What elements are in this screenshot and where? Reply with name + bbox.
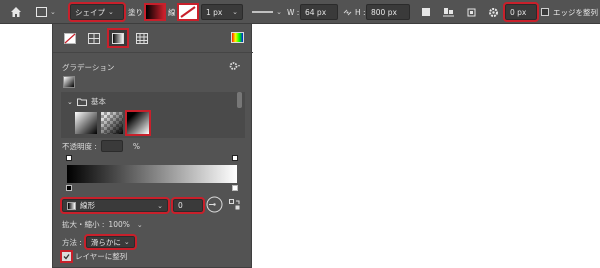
opacity-label: 不透明度 : (62, 141, 97, 151)
method-select[interactable]: 滑らかに ⌄ (83, 234, 137, 250)
scale-value[interactable]: 100% (108, 220, 129, 229)
gear-icon[interactable] (488, 4, 500, 20)
height-field[interactable]: 800 px (366, 4, 410, 20)
gradient-type-select[interactable]: 線形 ⌄ (60, 197, 170, 214)
align-edges-label: エッジを整列 (553, 7, 598, 17)
chevron-down-icon: ⌄ (232, 8, 238, 16)
path-arrangement-icon[interactable] (466, 4, 478, 20)
tab-solid-color[interactable] (85, 30, 103, 46)
angle-dial-icon[interactable] (206, 196, 223, 215)
color-stop-left[interactable] (66, 185, 72, 191)
align-edges-checkbox[interactable]: エッジを整列 (541, 4, 598, 20)
gear-icon[interactable] (229, 61, 241, 73)
stroke-swatch[interactable] (177, 3, 199, 21)
chevron-down-icon: ⌄ (276, 8, 282, 16)
w-label: W : (287, 7, 300, 17)
align-with-layer-label: レイヤーに整列 (75, 252, 128, 261)
opacity-unit: % (132, 141, 141, 151)
chevron-down-icon: ⌄ (67, 97, 73, 106)
path-operations-icon[interactable] (421, 4, 433, 20)
chevron-down-icon: ⌄ (108, 8, 114, 16)
stroke-width-field[interactable]: 1 px ⌄ (201, 4, 243, 20)
gradient-preset-2-overlay (101, 112, 123, 134)
chevron-down-icon: ⌄ (50, 8, 56, 16)
chevron-down-icon: ⌄ (136, 220, 143, 229)
gradient-bar[interactable] (67, 165, 237, 183)
fill-popup-panel: グラデーション ⌄ 基本 不透明度 : % 線形 ⌄ 0 拡大・縮小: 100… (52, 24, 253, 268)
chevron-down-icon: ⌄ (157, 201, 163, 210)
current-gradient-preview[interactable] (63, 76, 75, 88)
linear-gradient-icon (67, 201, 76, 210)
link-icon[interactable] (343, 4, 353, 20)
preset-list: ⌄ 基本 (61, 92, 245, 138)
method-label: 方法 : (62, 237, 82, 247)
scale-label: 拡大・縮小 : (62, 220, 105, 229)
checkmark-icon (60, 250, 73, 263)
options-bar: ⌄ シェイプ ⌄ 塗り : 線 : 1 px ⌄ ⌄ W : 64 px H :… (0, 0, 600, 24)
gradient-type-label: 線形 (80, 201, 95, 210)
tab-gradient[interactable] (107, 28, 129, 48)
home-icon[interactable] (8, 4, 24, 20)
stroke-style-select[interactable]: ⌄ (252, 4, 282, 20)
fill-swatch[interactable] (144, 3, 166, 21)
chevron-down-icon: ⌄ (123, 238, 130, 246)
method-value: 滑らかに (90, 237, 121, 247)
align-with-layer-checkbox[interactable]: レイヤーに整列 (60, 250, 128, 263)
color-stop-right[interactable] (232, 185, 238, 191)
folder-label: 基本 (90, 97, 106, 106)
opacity-stop-left[interactable] (66, 155, 72, 161)
width-field[interactable]: 64 px (300, 4, 338, 20)
shape-tool-icon[interactable]: ⌄ (36, 4, 58, 20)
path-alignment-icon[interactable] (443, 4, 455, 20)
color-picker-icon[interactable] (231, 32, 244, 45)
gradient-preset-1[interactable] (75, 112, 97, 134)
corner-radius-field[interactable]: 0 px (503, 2, 539, 22)
reverse-gradient-icon[interactable] (229, 199, 240, 212)
gradient-preset-3-selected[interactable] (125, 110, 151, 136)
angle-field[interactable]: 0 (171, 197, 205, 214)
h-label: H : (355, 7, 366, 17)
opacity-field[interactable] (100, 140, 123, 152)
tab-pattern[interactable] (133, 30, 151, 46)
shape-mode-label: シェイプ (75, 7, 105, 17)
folder-icon (76, 98, 87, 106)
folder-row[interactable]: ⌄ 基本 (67, 96, 106, 107)
tab-no-color[interactable] (61, 30, 79, 46)
opacity-stop-right[interactable] (232, 155, 238, 161)
section-title: グラデーション (62, 63, 115, 72)
checkbox-icon (541, 8, 549, 16)
fill-label: 塗り : (128, 7, 148, 17)
preset-scrollbar[interactable] (237, 92, 242, 108)
shape-mode-select[interactable]: シェイプ ⌄ (68, 2, 126, 22)
stroke-width-value: 1 px (206, 7, 223, 17)
